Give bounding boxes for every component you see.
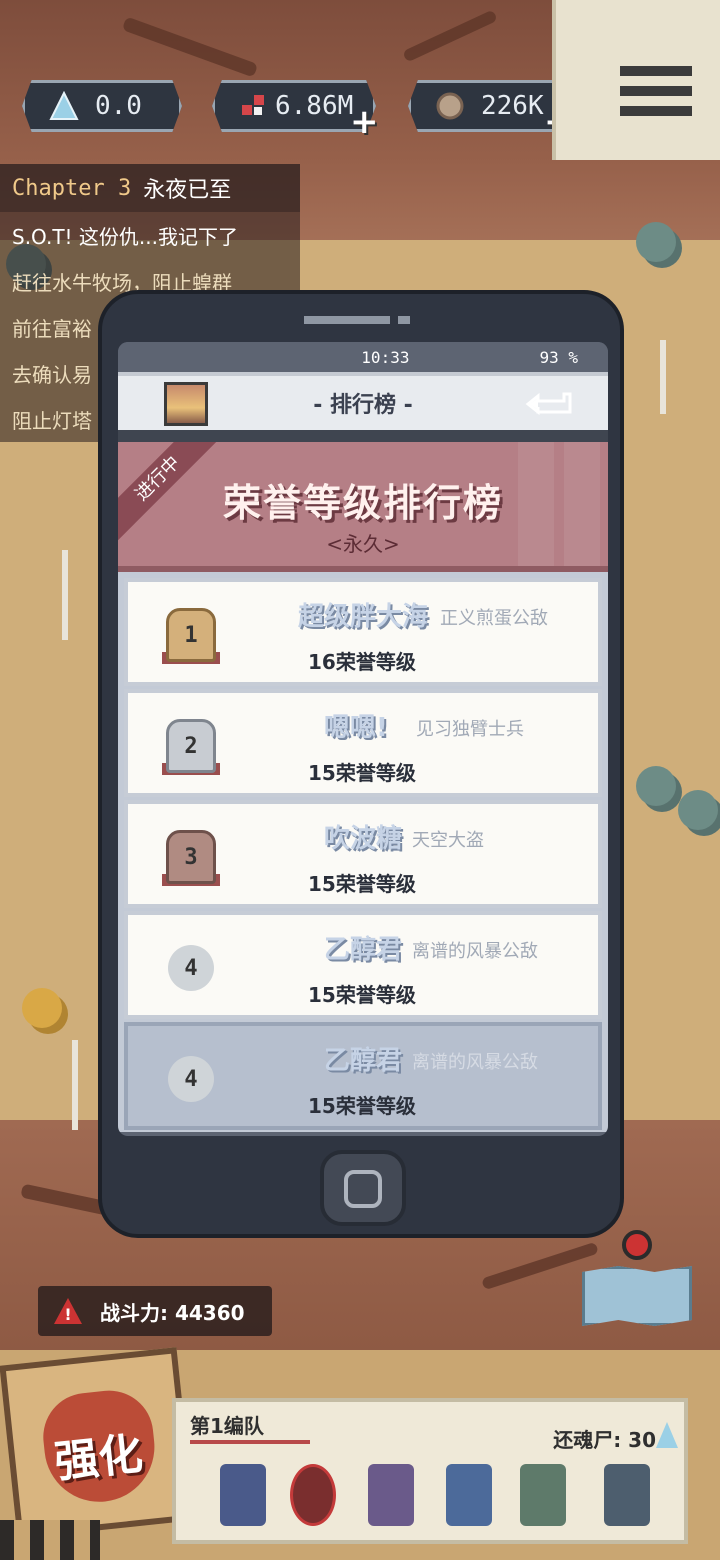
status-bar: 10:33 93 % bbox=[118, 342, 608, 372]
team-unit-avatar[interactable] bbox=[520, 1464, 566, 1526]
honor-level: 15荣誉等级 bbox=[308, 1094, 416, 1118]
lamp-post bbox=[62, 550, 68, 640]
player-name: 乙醇君 bbox=[324, 935, 403, 965]
lamp-post bbox=[72, 1040, 78, 1130]
team-unit-avatar[interactable] bbox=[604, 1464, 650, 1526]
quest-item[interactable]: S.O.T! 这份仇...我记下了 bbox=[0, 212, 300, 258]
bottom-fence bbox=[0, 1520, 100, 1560]
home-icon bbox=[344, 1170, 382, 1208]
chapter-title: 永夜已至 bbox=[143, 178, 232, 203]
enhance-label: 强化 bbox=[52, 1428, 146, 1489]
crystal-icon bbox=[656, 1422, 678, 1448]
revive-counter: 还魂尸: 30 bbox=[553, 1428, 656, 1452]
ranking-row[interactable]: 4 乙醇君 离谱的风暴公敌 15荣誉等级 bbox=[124, 911, 602, 1019]
player-title: 见习独臂士兵 bbox=[416, 719, 524, 740]
status-time: 10:33 bbox=[361, 347, 410, 367]
ranking-row[interactable]: 1 超级胖大海 正义煎蛋公敌 16荣誉等级 bbox=[124, 578, 602, 686]
menu-icon-bar bbox=[620, 106, 692, 116]
honor-level: 15荣誉等级 bbox=[308, 983, 416, 1007]
ranking-row[interactable]: 2 嗯嗯! 见习独臂士兵 15荣誉等级 bbox=[124, 689, 602, 797]
menu-icon bbox=[620, 66, 692, 76]
main-menu-button[interactable] bbox=[552, 0, 720, 160]
crystal-counter[interactable]: 0.0 bbox=[22, 80, 182, 132]
rank-badge-icon: 4 bbox=[168, 945, 214, 991]
my-ranking-row[interactable]: 4 乙醇君 离谱的风暴公敌 15荣誉等级 bbox=[124, 1022, 602, 1130]
tree-icon bbox=[678, 790, 718, 830]
honor-level: 15荣誉等级 bbox=[308, 761, 416, 785]
team-unit-avatar[interactable] bbox=[220, 1464, 266, 1526]
player-title: 天空大盗 bbox=[412, 830, 484, 851]
enhance-button[interactable]: 强化 bbox=[0, 1347, 195, 1539]
back-button[interactable] bbox=[524, 390, 574, 418]
coin-value: 226K bbox=[481, 91, 544, 121]
player-name: 乙醇君 bbox=[324, 1046, 403, 1076]
player-title: 离谱的风暴公敌 bbox=[412, 1052, 538, 1073]
leaderboard-header: - 排行榜 - bbox=[118, 372, 608, 430]
honor-level: 15荣誉等级 bbox=[308, 872, 416, 896]
silver-medal-icon: 2 bbox=[166, 719, 216, 773]
ranking-list[interactable]: 1 超级胖大海 正义煎蛋公敌 16荣誉等级 2 嗯嗯! 见习独臂士兵 15荣誉等… bbox=[118, 572, 608, 1132]
player-name: 嗯嗯! bbox=[324, 713, 388, 743]
bronze-medal-icon: 3 bbox=[166, 830, 216, 884]
phone-leaderboard: 10:33 93 % - 排行榜 - 进行中 荣誉等级排行榜 <永久> 1 超级… bbox=[98, 290, 624, 1238]
team-unit-avatar[interactable] bbox=[290, 1464, 336, 1526]
dna-value: 6.86M bbox=[275, 91, 354, 121]
team-name-underline bbox=[190, 1440, 310, 1444]
header-divider bbox=[118, 430, 608, 442]
menu-icon-bar bbox=[620, 86, 692, 96]
phone-camera bbox=[398, 316, 410, 324]
status-battery: 93 % bbox=[539, 347, 578, 367]
honor-level: 16荣誉等级 bbox=[308, 650, 416, 674]
rank-badge-icon: 4 bbox=[168, 1056, 214, 1102]
chapter-header[interactable]: Chapter 3 永夜已至 bbox=[0, 164, 300, 212]
add-dna-button[interactable]: + bbox=[350, 105, 379, 139]
home-button[interactable] bbox=[320, 1150, 406, 1226]
map-pin-icon bbox=[622, 1230, 652, 1260]
back-arrow-icon bbox=[525, 392, 572, 416]
team-name: 第1编队 bbox=[190, 1414, 264, 1438]
phone-screen: 10:33 93 % - 排行榜 - 进行中 荣誉等级排行榜 <永久> 1 超级… bbox=[118, 342, 608, 1136]
coin-icon bbox=[433, 89, 467, 123]
player-name: 吹波糖 bbox=[324, 824, 403, 854]
dna-icon bbox=[237, 89, 271, 123]
banner-title: 荣誉等级排行榜 bbox=[222, 481, 503, 525]
gold-medal-icon: 1 bbox=[166, 608, 216, 662]
team-unit-avatar[interactable] bbox=[446, 1464, 492, 1526]
ranking-row[interactable]: 3 吹波糖 天空大盗 15荣誉等级 bbox=[124, 800, 602, 908]
team-unit-avatar[interactable] bbox=[368, 1464, 414, 1526]
player-title: 离谱的风暴公敌 bbox=[412, 941, 538, 962]
crystal-value: 0.0 bbox=[95, 91, 142, 121]
combat-power-label: 战斗力: 44360 bbox=[100, 1300, 245, 1325]
tree-icon bbox=[636, 222, 676, 262]
combat-power: ! 战斗力: 44360 bbox=[38, 1286, 272, 1336]
phone-speaker bbox=[304, 316, 390, 324]
tree-icon bbox=[636, 766, 676, 806]
warning-icon: ! bbox=[54, 1298, 82, 1324]
sign-post bbox=[660, 340, 666, 414]
team-panel[interactable]: 第1编队 还魂尸: 30 bbox=[172, 1398, 688, 1544]
tree-icon bbox=[22, 988, 62, 1028]
map-icon bbox=[582, 1266, 692, 1326]
banner-subtitle: <永久> bbox=[326, 532, 400, 556]
player-name: 超级胖大海 bbox=[298, 602, 429, 632]
leaderboard-banner: 进行中 荣誉等级排行榜 <永久> bbox=[118, 442, 608, 572]
crystal-icon bbox=[47, 89, 81, 123]
world-map-button[interactable] bbox=[578, 1230, 696, 1330]
chapter-number: Chapter 3 bbox=[12, 175, 132, 201]
player-title: 正义煎蛋公敌 bbox=[440, 608, 548, 629]
